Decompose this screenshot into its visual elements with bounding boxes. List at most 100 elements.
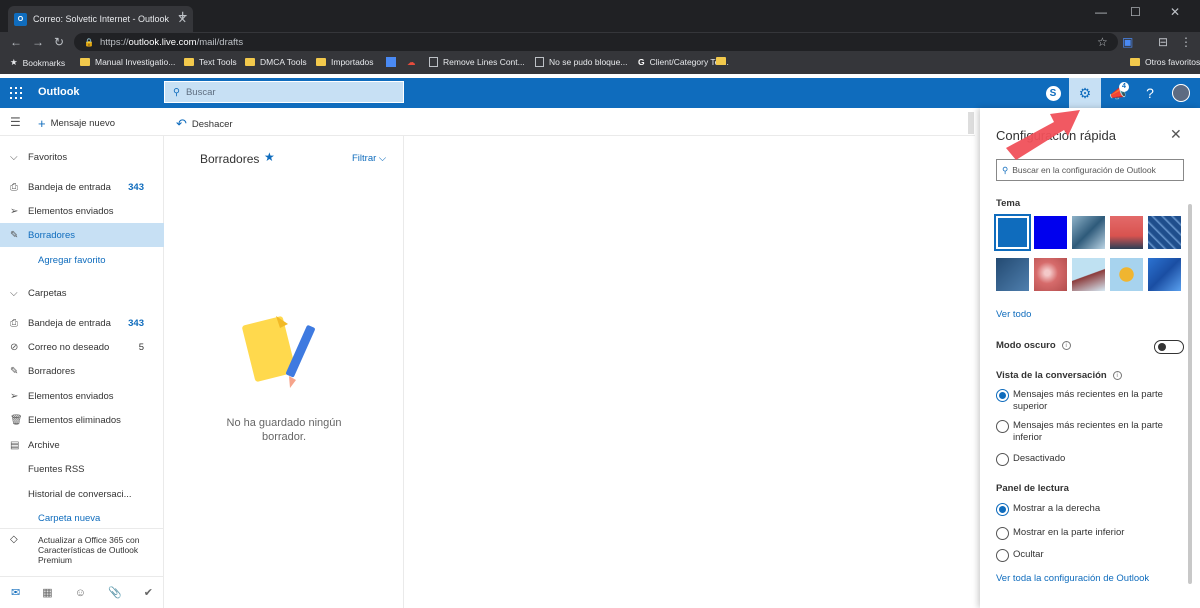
search-placeholder: Buscar <box>185 86 216 98</box>
reading-option-bottom[interactable]: Mostrar en la parte inferior <box>996 527 1184 540</box>
folder-title: Borradores <box>200 152 260 166</box>
trash-icon: 🗑 <box>10 414 23 426</box>
calendar-icon[interactable]: ▦ <box>42 586 52 599</box>
favorite-star-icon[interactable]: ★ <box>264 150 275 164</box>
reading-option-hide[interactable]: Ocultar <box>996 549 1184 562</box>
sidebar-item-sent[interactable]: ➢ Elementos enviados <box>0 384 164 408</box>
theme-star[interactable] <box>1110 258 1143 291</box>
minimize-icon[interactable]: — <box>1095 5 1107 19</box>
theme-palms[interactable] <box>1110 216 1143 249</box>
app-name[interactable]: Outlook <box>38 86 80 98</box>
undo-button[interactable]: ↶ Deshacer <box>176 116 233 132</box>
theme-abstract-blue[interactable] <box>1148 258 1181 291</box>
people-icon[interactable]: ☺ <box>75 587 86 599</box>
bookmark-item[interactable]: Text Tools <box>184 57 237 67</box>
all-settings-link[interactable]: Ver toda la configuración de Outlook <box>996 573 1149 584</box>
app-launcher-icon[interactable] <box>10 87 22 99</box>
hamburger-menu-icon[interactable]: ☰ <box>10 115 21 129</box>
theme-wave[interactable] <box>1072 258 1105 291</box>
star-icon: ★ <box>10 57 18 67</box>
theme-blueprint[interactable] <box>996 258 1029 291</box>
extension-puzzle-icon[interactable]: ⊟ <box>1158 35 1168 49</box>
theme-blue[interactable] <box>994 214 1031 251</box>
conversation-header: Vista de la conversación i <box>996 370 1122 381</box>
folder-icon <box>716 57 726 65</box>
new-tab-icon[interactable]: + <box>178 8 187 26</box>
close-icon[interactable]: ✕ <box>1170 126 1182 143</box>
radio-button[interactable] <box>996 549 1009 562</box>
theme-dark-blue[interactable] <box>1034 216 1067 249</box>
chevron-down-icon: ⌵ <box>10 287 18 299</box>
sidebar-item-history[interactable]: Historial de conversaci... <box>0 482 164 506</box>
scrollbar-thumb[interactable] <box>968 112 974 134</box>
bookmark-star-icon[interactable]: ☆ <box>1097 35 1108 49</box>
close-window-icon[interactable]: ✕ <box>1170 5 1180 19</box>
url-field[interactable]: 🔒 https://outlook.live.com/mail/drafts <box>74 33 1118 51</box>
chevron-down-icon: ⌵ <box>378 153 387 164</box>
sidebar-item-deleted[interactable]: 🗑 Elementos eliminados <box>0 408 164 432</box>
forward-icon[interactable]: → <box>32 35 44 49</box>
bookmark-item[interactable]: Otros favoritos <box>1130 57 1200 67</box>
outlook-favicon-icon: O <box>14 12 27 26</box>
sidebar-item-junk[interactable]: ⊘ Correo no deseado 5 <box>0 335 164 359</box>
attachment-icon[interactable]: 📎 <box>108 586 122 599</box>
back-icon[interactable]: ← <box>10 35 22 49</box>
search-input[interactable]: ⚲ Buscar <box>164 81 404 103</box>
favorites-header[interactable]: ⌵ Favoritos <box>0 145 164 169</box>
sidebar-item-archive[interactable]: ▤ Archive <box>0 433 164 457</box>
sidebar-item-sent[interactable]: ➢ Elementos enviados <box>0 199 164 223</box>
bookmark-item[interactable]: ☁ <box>407 57 416 68</box>
theme-landscape[interactable] <box>1072 216 1105 249</box>
restore-icon[interactable]: ☐ <box>1130 5 1141 19</box>
help-icon[interactable]: ? <box>1134 78 1166 108</box>
bookmark-item[interactable]: No se pudo bloque... <box>535 57 627 67</box>
sidebar-item-inbox[interactable]: ⎙ Bandeja de entrada 343 <box>0 175 164 199</box>
bookmark-item[interactable]: DMCA Tools <box>245 57 307 67</box>
conversation-option-off[interactable]: Desactivado <box>996 453 1184 466</box>
radio-button[interactable] <box>996 420 1009 433</box>
panel-scrollbar[interactable] <box>1188 204 1192 584</box>
upgrade-banner[interactable]: ◇ Actualizar a Office 365 con Caracterís… <box>0 528 164 571</box>
conversation-option-newest-bottom[interactable]: Mensajes más recientes en la parte infer… <box>996 420 1184 444</box>
radio-button[interactable] <box>996 453 1009 466</box>
info-icon[interactable]: i <box>1112 370 1122 380</box>
new-message-button[interactable]: + Mensaje nuevo <box>38 116 115 131</box>
filter-button[interactable]: Filtrar ⌵ <box>352 153 386 164</box>
radio-button[interactable] <box>996 389 1009 402</box>
bookmark-item[interactable]: ★ Bookmarks <box>10 57 65 68</box>
sidebar-item-inbox[interactable]: ⎙ Bandeja de entrada 343 <box>0 311 164 335</box>
bookmark-item[interactable]: Importados <box>316 57 374 67</box>
url-path: /mail/drafts <box>196 36 244 48</box>
menu-kebab-icon[interactable]: ⋮ <box>1180 35 1192 49</box>
bookmark-item[interactable]: Remove Lines Cont... <box>429 57 525 67</box>
folders-header[interactable]: ⌵ Carpetas <box>0 281 164 305</box>
theme-circuit[interactable] <box>1148 216 1181 249</box>
add-favorite-link[interactable]: Agregar favorito <box>0 248 164 272</box>
info-icon[interactable]: i <box>1061 340 1071 350</box>
radio-button[interactable] <box>996 503 1009 516</box>
mail-icon[interactable]: ✉ <box>11 586 20 599</box>
reading-option-right[interactable]: Mostrar a la derecha <box>996 503 1184 516</box>
extension-icon[interactable]: ▣ <box>1122 35 1133 49</box>
theme-cells[interactable] <box>1034 258 1067 291</box>
reload-icon[interactable]: ↻ <box>54 35 64 49</box>
sidebar-item-drafts[interactable]: ✎ Borradores <box>0 223 164 247</box>
avatar[interactable] <box>1172 84 1190 102</box>
bookmark-item[interactable] <box>716 57 731 65</box>
plus-icon: + <box>38 116 46 131</box>
radio-button[interactable] <box>996 527 1009 540</box>
reading-pane-header: Panel de lectura <box>996 483 1069 494</box>
pencil-icon: ✎ <box>10 365 19 377</box>
browser-tab[interactable]: O Correo: Solvetic Internet - Outlook ✕ <box>8 6 193 32</box>
dark-mode-toggle[interactable] <box>1154 340 1184 354</box>
todo-icon[interactable]: ✔ <box>144 586 153 599</box>
tab-title: Correo: Solvetic Internet - Outlook <box>33 14 170 24</box>
see-all-themes-link[interactable]: Ver todo <box>996 309 1031 320</box>
dark-mode-label: Modo oscuro i <box>996 340 1071 351</box>
sidebar-item-rss[interactable]: Fuentes RSS <box>0 457 164 481</box>
new-folder-link[interactable]: Carpeta nueva <box>0 506 164 530</box>
sidebar-item-drafts[interactable]: ✎ Borradores <box>0 359 164 383</box>
bookmark-item[interactable]: Manual Investigatio... <box>80 57 175 67</box>
bookmark-item[interactable] <box>386 57 396 67</box>
conversation-option-newest-top[interactable]: Mensajes más recientes en la parte super… <box>996 389 1184 413</box>
